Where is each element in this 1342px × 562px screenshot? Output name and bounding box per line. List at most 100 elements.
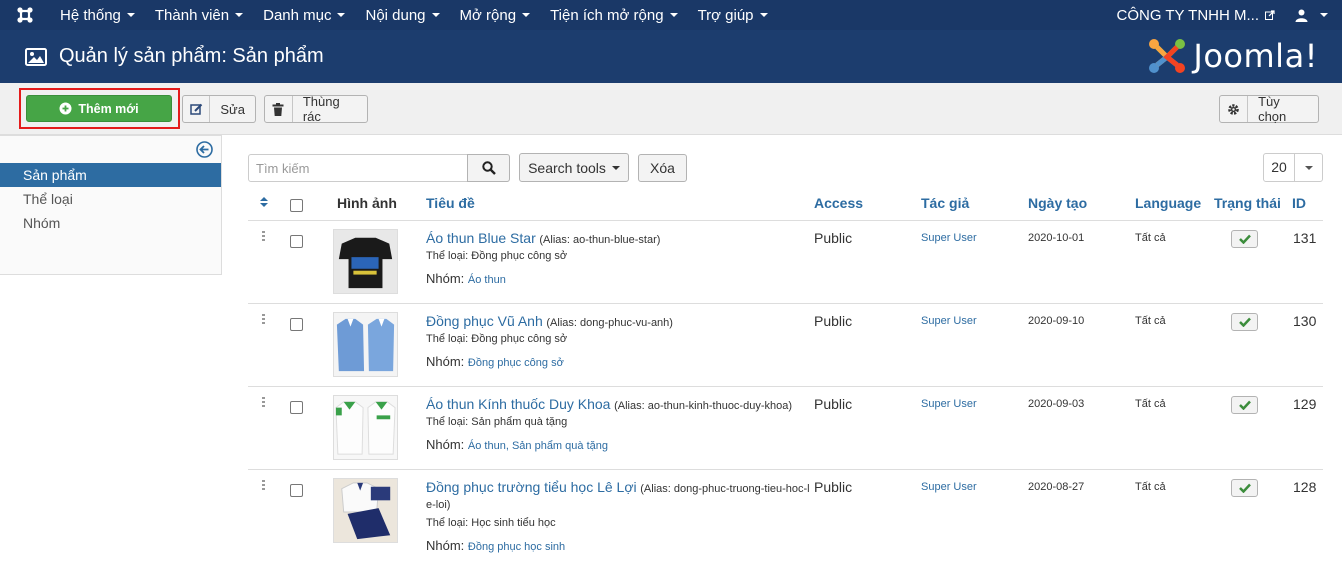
list-limit-value: 20 [1264,154,1295,181]
item-alias: (Alias: dong-phuc-truong-tieu-hoc-l [640,483,810,495]
row-checkbox[interactable] [290,484,303,497]
table-row: Áo thun Kính thuốc Duy Khoa (Alias: ao-t… [248,387,1323,470]
column-author[interactable]: Tác giả [921,195,969,211]
check-icon [1238,400,1251,410]
table-header: Hình ảnh Tiêu đề Access Tác giả Ngày tạo… [248,188,1323,221]
collapse-sidebar-icon[interactable] [196,141,213,158]
drag-handle-icon[interactable] [262,314,266,326]
clear-button[interactable]: Xóa [638,154,687,182]
item-title-link[interactable]: Áo thun Blue Star [426,230,536,246]
drag-handle-icon[interactable] [262,397,266,409]
created-date: 2020-10-01 [1028,232,1085,244]
search-icon [481,161,496,175]
caret-down-icon [431,13,440,17]
external-link-icon [1265,10,1275,20]
site-link[interactable]: CÔNG TY TNHH M... [1106,7,1285,24]
new-button[interactable]: Thêm mới [26,95,172,122]
sort-icon[interactable] [260,196,268,208]
row-checkbox[interactable] [290,401,303,414]
created-date: 2020-09-03 [1028,398,1085,410]
author-link[interactable]: Super User [921,481,977,493]
sidebar-item-products[interactable]: Sản phẩm [0,163,221,187]
list-limit-select[interactable]: 20 [1263,153,1323,182]
menu-content[interactable]: Nội dung [355,0,449,30]
edit-icon [183,96,211,122]
options-button[interactable]: Tùy chọn [1219,94,1319,124]
caret-down-icon [522,13,531,17]
author-link[interactable]: Super User [921,315,977,327]
language-value: Tất cả [1135,398,1166,410]
edit-button[interactable]: Sửa [182,95,256,123]
column-language[interactable]: Language [1135,195,1201,211]
options-button-label: Tùy chọn [1258,94,1287,124]
group-link[interactable]: Đồng phục công sở [468,357,564,369]
author-link[interactable]: Super User [921,232,977,244]
publish-toggle[interactable] [1231,396,1258,414]
column-status[interactable]: Trạng thái [1214,195,1281,211]
gear-icon [1220,96,1249,122]
column-created[interactable]: Ngày tạo [1028,195,1087,211]
menu-users-label: Thành viên [154,6,230,24]
column-image: Hình ảnh [337,195,397,211]
trash-button[interactable]: Thùng rác [264,94,368,124]
caret-down-icon [126,13,135,17]
access-value: Public [814,396,853,412]
category-label: Thể loại: [426,517,469,529]
sidebar-item-categories[interactable]: Thể loại [0,187,221,211]
category-label: Thể loại: [426,416,469,428]
menu-components[interactable]: Tiện ích mở rộng [540,0,688,30]
menu-help[interactable]: Trợ giúp [688,0,778,30]
product-thumbnail[interactable] [333,478,398,543]
page-title: Quản lý sản phẩm: Sản phẩm [59,45,324,67]
product-thumbnail[interactable] [333,395,398,460]
publish-toggle[interactable] [1231,479,1258,497]
column-id[interactable]: ID [1292,195,1306,211]
caret-down-icon [759,13,768,17]
new-button-label: Thêm mới [78,101,139,116]
language-value: Tất cả [1135,232,1166,244]
access-value: Public [814,479,853,495]
menu-users[interactable]: Thành viên [145,0,253,30]
caret-down-icon [1320,13,1328,17]
select-all-checkbox[interactable] [290,199,303,212]
column-title[interactable]: Tiêu đề [426,195,475,211]
group-link[interactable]: Áo thun [468,274,506,286]
created-date: 2020-09-10 [1028,315,1085,327]
search-input[interactable] [248,154,468,182]
user-menu[interactable] [1285,9,1342,22]
caret-down-icon [235,13,244,17]
search-tools-label: Search tools [528,159,606,176]
top-navbar: Hệ thống Thành viên Danh mục Nội dung Mở… [0,0,1342,30]
menu-extensions[interactable]: Mở rộng [450,0,541,30]
group-link[interactable]: Áo thun, Sản phẩm quà tặng [468,440,608,452]
joomla-icon[interactable] [0,0,50,30]
category-value: Học sinh tiểu học [471,517,556,529]
drag-handle-icon[interactable] [262,231,266,243]
sidebar: Sản phẩm Thể loại Nhóm [0,135,222,275]
item-id: 131 [1293,230,1317,246]
item-title-link[interactable]: Đồng phục Vũ Anh [426,313,543,329]
page-header: Quản lý sản phẩm: Sản phẩm Joomla! [0,30,1342,83]
row-checkbox[interactable] [290,235,303,248]
site-name: CÔNG TY TNHH M... [1116,6,1259,24]
item-title-link[interactable]: Áo thun Kính thuốc Duy Khoa [426,396,610,412]
search-button[interactable] [467,154,510,182]
access-value: Public [814,313,853,329]
publish-toggle[interactable] [1231,313,1258,331]
sidebar-item-groups[interactable]: Nhóm [0,211,221,235]
menu-system[interactable]: Hệ thống [50,0,145,30]
menu-menus[interactable]: Danh mục [253,0,355,30]
item-alias: (Alias: dong-phuc-vu-anh) [546,317,673,329]
user-icon [1295,9,1308,22]
row-checkbox[interactable] [290,318,303,331]
author-link[interactable]: Super User [921,398,977,410]
product-thumbnail[interactable] [333,229,398,294]
product-thumbnail[interactable] [333,312,398,377]
column-access[interactable]: Access [814,195,863,211]
group-link[interactable]: Đồng phục học sinh [468,541,565,553]
drag-handle-icon[interactable] [262,480,266,492]
check-icon [1238,317,1251,327]
item-title-link[interactable]: Đồng phục trường tiểu học Lê Lợi [426,479,637,495]
search-tools-button[interactable]: Search tools [519,153,629,182]
publish-toggle[interactable] [1231,230,1258,248]
